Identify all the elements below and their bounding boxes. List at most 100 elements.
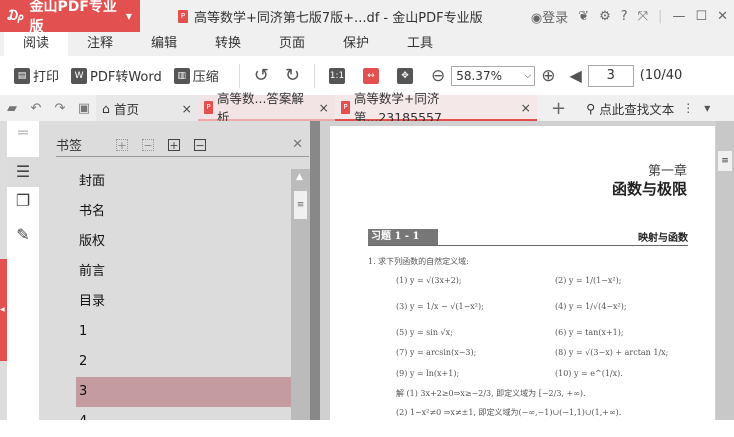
bookmark-item[interactable]: 前言 <box>76 257 291 287</box>
zoom-value: 58.37% <box>456 68 502 83</box>
tab-annotate[interactable]: 注释 <box>68 32 132 56</box>
bookmark-scrollbar[interactable]: ▲ ≡ <box>291 169 310 420</box>
tab-page[interactable]: 页面 <box>260 32 324 56</box>
gear-icon[interactable]: ⚙ <box>599 9 611 24</box>
tab-label: 首页 <box>113 101 139 117</box>
pdf-to-word-button[interactable]: W PDF转Word <box>71 66 162 85</box>
app-logo-icon: ₯ <box>6 8 26 24</box>
minimize-button[interactable]: — <box>672 9 685 24</box>
panel-splitter[interactable] <box>310 121 320 420</box>
fit-page-icon[interactable]: ✥ <box>396 67 413 84</box>
bookmark-panel-header: 书签 + − + − ✕ <box>56 133 309 157</box>
maximize-button[interactable]: ☐ <box>695 9 707 24</box>
chevron-down-icon: ▼ <box>125 11 132 21</box>
section-header: 习题 1 - 1 映射与函数 <box>368 229 688 246</box>
divider: | <box>658 8 663 24</box>
bookmark-item[interactable]: 目录 <box>76 287 291 317</box>
collapse-all-icon[interactable]: − <box>142 138 155 151</box>
scrollbar-thumb[interactable]: ≡ <box>294 191 307 219</box>
actual-size-button[interactable]: 1:1 <box>328 67 345 84</box>
close-icon[interactable]: ✕ <box>292 137 303 152</box>
collapse-panel-button[interactable]: ◀ <box>0 259 7 361</box>
chapter-number: 第一章 <box>647 164 687 179</box>
remove-bookmark-icon[interactable]: − <box>194 138 207 151</box>
fullscreen-icon[interactable]: ⤧ <box>638 9 648 24</box>
bookmark-item[interactable]: 书名 <box>76 197 291 227</box>
scrollbar-thumb[interactable]: ≡ <box>718 151 732 171</box>
compress-label: 压缩 <box>192 70 219 85</box>
document-scrollbar[interactable]: ≡ <box>716 121 734 420</box>
close-tab-icon[interactable]: × <box>182 101 192 116</box>
dropdown-icon[interactable]: ▾ <box>704 101 710 115</box>
login-button[interactable]: ◉登录 <box>531 7 568 26</box>
new-tab-button[interactable]: + <box>551 98 566 119</box>
solution-text: 解 (1) 3x+2≥0⇒x≥−2/3, 即定义域为 [−2/3, +∞). <box>396 389 586 398</box>
home-icon: ⌂ <box>102 100 110 116</box>
bookmark-item[interactable]: 封面 <box>76 167 291 197</box>
find-text-label: 点此查找文本 <box>599 101 675 117</box>
page-number-input[interactable]: 3 <box>587 64 634 87</box>
more-icon[interactable]: ⋮ <box>682 101 694 115</box>
chevron-down-icon: ⌵ <box>524 70 532 81</box>
search-icon: ⚲ <box>586 100 596 116</box>
previous-page-icon[interactable]: ◀ <box>569 66 581 85</box>
page-count: (10/40 <box>639 68 683 83</box>
undo-icon[interactable]: ↶ <box>24 101 48 116</box>
tab-protect[interactable]: 保护 <box>324 32 388 56</box>
solution-text: (2) 1−x²≠0 ⇒x≠±1, 即定义域为(−∞,−1)∪(−1,1)∪(1… <box>396 408 622 417</box>
word-icon: W <box>71 67 88 84</box>
tab-document-2[interactable]: P 高等数学+同济第...23185557 × <box>335 91 537 125</box>
bookmark-item[interactable]: 版权 <box>76 227 291 257</box>
question-text: 1. 求下列函数的自然定义域: <box>368 257 469 266</box>
app-logo-text: 金山PDF专业版 <box>29 0 117 35</box>
compress-button[interactable]: ▥ 压缩 <box>173 66 219 85</box>
panel-icon-bar: ═ ☰ ❐ ✎ <box>7 121 39 420</box>
thumbnails-icon[interactable]: ❐ <box>7 191 39 210</box>
math-item: (2) y = 1/(1−x²); <box>555 276 622 285</box>
window-title: P 高等数学+同济第七版7版+...df - 金山PDF专业版 <box>178 0 483 32</box>
skin-icon[interactable]: ❦ <box>578 9 589 24</box>
pdf-to-word-label: PDF转Word <box>90 70 162 85</box>
login-label: 登录 <box>542 10 569 26</box>
math-item: (7) y = arcsin(x−3); <box>396 348 477 357</box>
annotation-pin-icon[interactable]: ✎ <box>7 225 39 244</box>
math-item: (3) y = 1/x − √(1−x²); <box>396 302 484 311</box>
pdf-file-icon: P <box>178 9 188 23</box>
print-label: 打印 <box>33 70 60 85</box>
bookmark-panel: 书签 + − + − ✕ 封面 书名 版权 前言 目录 1 2 3 4 ▲ ≡ <box>39 121 310 429</box>
bookmark-item[interactable]: 1 <box>76 317 291 347</box>
user-icon: ◉ <box>530 10 543 26</box>
help-button[interactable]: ? <box>621 9 628 24</box>
close-button[interactable]: ✕ <box>717 9 728 24</box>
save-icon[interactable]: ▣ <box>72 101 96 116</box>
add-bookmark-icon[interactable]: + <box>168 138 181 151</box>
fit-width-icon[interactable]: ↔ <box>362 67 379 84</box>
app-menu-button[interactable]: ₯ 金山PDF专业版 ▼ <box>0 0 140 35</box>
section-title: 映射与函数 <box>638 233 688 244</box>
close-tab-icon[interactable]: × <box>521 100 531 115</box>
print-button[interactable]: ▤ 打印 <box>14 66 59 85</box>
zoom-select[interactable]: 58.37% ⌵ <box>451 65 536 86</box>
rotate-left-icon[interactable]: ↺ <box>254 65 269 86</box>
math-item: (6) y = tan(x+1); <box>555 328 624 337</box>
find-text-button[interactable]: ⚲ 点此查找文本 <box>580 95 680 121</box>
tab-document-1[interactable]: P 高等数...答案解析 × <box>198 91 335 125</box>
tab-tools[interactable]: 工具 <box>388 32 452 56</box>
tab-convert[interactable]: 转换 <box>196 32 260 56</box>
open-folder-icon[interactable]: ▰ <box>0 101 24 116</box>
drag-handle-icon: ═ <box>18 123 28 142</box>
tab-edit[interactable]: 编辑 <box>132 32 196 56</box>
rotate-right-icon[interactable]: ↻ <box>285 65 300 86</box>
zoom-out-icon[interactable]: ⊖ <box>431 66 445 86</box>
redo-icon[interactable]: ↷ <box>48 101 72 116</box>
bookmark-item-selected[interactable]: 3 <box>76 377 291 407</box>
zoom-in-icon[interactable]: ⊕ <box>541 66 555 86</box>
scroll-up-icon[interactable]: ▲ <box>296 172 303 182</box>
tab-read[interactable]: 阅读 <box>4 32 68 56</box>
bookmark-list-icon[interactable]: ☰ <box>7 157 39 187</box>
tab-home[interactable]: ⌂ 首页 × <box>96 95 198 121</box>
expand-all-icon[interactable]: + <box>116 138 129 151</box>
close-tab-icon[interactable]: × <box>319 100 329 115</box>
math-item: (5) y = sin √x; <box>396 328 453 337</box>
bookmark-item[interactable]: 2 <box>76 347 291 377</box>
